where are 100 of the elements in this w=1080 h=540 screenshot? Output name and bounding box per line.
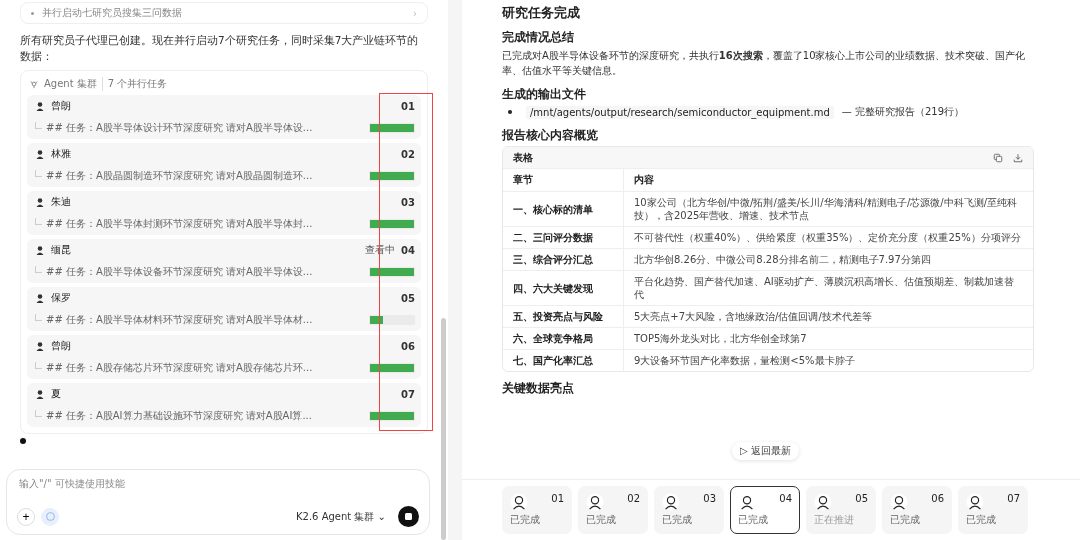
section-heading: 关键数据亮点 — [502, 381, 575, 395]
back-to-latest-button[interactable]: ▷ 返回最新 — [732, 442, 799, 460]
message-text: 所有研究员子代理已创建。现在并行启动7个研究任务，同时采集7大产业链环节的数据： — [20, 33, 420, 64]
task-text: ## 任务：A股半导体封测环节深度研究 请对A股半导体封... — [46, 217, 314, 231]
avatar-icon — [814, 493, 832, 511]
branch-line — [35, 121, 42, 129]
avatar-icon — [35, 341, 45, 351]
cluster-title: Agent 集群 — [44, 77, 97, 91]
branch-line — [35, 169, 42, 177]
agent-name: 朱迪 — [51, 195, 71, 209]
avatar-icon — [586, 493, 604, 511]
branch-line — [35, 265, 42, 273]
step-item[interactable]: 并行启动七研究员搜集三问数据 › — [20, 2, 428, 24]
bullet-icon — [508, 110, 512, 114]
section-heading: 报告核心内容概览 — [502, 128, 599, 142]
agent-number: 04 — [401, 244, 415, 256]
avatar-icon — [662, 493, 680, 511]
agent-status: 已完成 — [662, 513, 693, 527]
agent-number: 05 — [401, 292, 415, 304]
agent-number: 06 — [931, 493, 944, 506]
file-path[interactable]: /mnt/agents/output/research/semiconductor_equipment.md — [526, 105, 834, 119]
section-heading: 完成情况总结 — [502, 30, 575, 44]
agent-number: 06 — [401, 340, 415, 352]
column-header: 章节 — [503, 168, 624, 192]
agent-card[interactable]: 01 已完成 — [502, 486, 572, 534]
column-header: 内容 — [623, 168, 1033, 192]
agent-status: 已完成 — [738, 513, 769, 527]
agent-number: 02 — [401, 148, 415, 160]
agent-row[interactable]: 保罗 05 ## 任务：A股半导体材料环节深度研究 请对A股半导体材... — [27, 287, 421, 331]
task-text: ## 任务：A股半导体设备环节深度研究 请对A股半导体设... — [46, 265, 314, 279]
agent-card[interactable]: 05 正在推进 — [806, 486, 876, 534]
agent-card[interactable]: 04 已完成 — [730, 486, 800, 534]
avatar-icon — [35, 389, 45, 399]
table-cell: 9大设备环节国产化率数据，量检测<5%最卡脖子 — [623, 349, 1033, 371]
table-cell: TOP5海外龙头对比，北方华创全球第7 — [623, 327, 1033, 350]
task-text: ## 任务：A股半导体材料环节深度研究 请对A股半导体材... — [46, 313, 314, 327]
download-icon[interactable] — [1013, 152, 1023, 163]
agent-number: 01 — [401, 100, 415, 112]
agent-name: 林雅 — [51, 147, 71, 161]
cluster-icon — [29, 79, 39, 89]
agent-status: 已完成 — [586, 513, 617, 527]
agent-number: 04 — [779, 493, 792, 506]
avatar-icon — [35, 149, 45, 159]
agent-card[interactable]: 07 已完成 — [958, 486, 1028, 534]
skill-button[interactable] — [41, 507, 59, 526]
agent-row[interactable]: 曾朗 01 ## 任务：A股半导体设计环节深度研究 请对A股半导体设... — [27, 95, 421, 139]
task-text: ## 任务：A股晶圆制造环节深度研究 请对A股晶圆制造环... — [46, 169, 314, 183]
agent-number: 03 — [703, 493, 716, 506]
table-cell: 三、综合评分汇总 — [503, 248, 624, 271]
task-text: ## 任务：A股半导体设计环节深度研究 请对A股半导体设... — [46, 121, 314, 135]
typing-dot — [20, 438, 26, 444]
avatar-icon — [738, 493, 756, 511]
table-cell: 10家公司（北方华创/中微/拓荆/盛美/长川/华海清科/精测电子/芯源微/中科飞测/至纯科技），含2025年营收、增速、技术节点 — [623, 191, 1033, 227]
model-selector[interactable]: K2.6 Agent 集群 ⌄ — [290, 508, 392, 525]
branch-line — [35, 313, 42, 321]
table-cell: 五、投资亮点与风险 — [503, 305, 624, 328]
avatar-icon — [890, 493, 908, 511]
avatar-icon — [35, 101, 45, 111]
agent-row[interactable]: 曾朗 06 ## 任务：A股存储芯片环节深度研究 请对A股存储芯片环... — [27, 335, 421, 379]
agent-number: 02 — [627, 493, 640, 506]
task-text: ## 任务：A股存储芯片环节深度研究 请对A股存储芯片环... — [46, 361, 314, 375]
add-button[interactable]: + — [17, 507, 35, 526]
agent-card[interactable]: 06 已完成 — [882, 486, 952, 534]
agent-name: 曾朗 — [51, 99, 71, 113]
chevron-icon: › — [413, 7, 417, 19]
agent-number: 07 — [1007, 493, 1020, 506]
agent-row[interactable]: 林雅 02 ## 任务：A股晶圆制造环节深度研究 请对A股晶圆制造环... — [27, 143, 421, 187]
agent-name: 缅昆 — [51, 243, 71, 257]
cluster-subtitle: 7 个并行任务 — [101, 77, 168, 91]
branch-line — [35, 217, 42, 225]
agent-number: 01 — [551, 493, 564, 506]
avatar-icon — [966, 493, 984, 511]
table-cell: 一、核心标的清单 — [503, 191, 624, 227]
task-text: ## 任务：A股AI算力基础设施环节深度研究 请对A股AI算... — [46, 409, 313, 423]
table-cell: 七、国产化率汇总 — [503, 349, 624, 371]
file-note: — 完整研究报告（219行） — [841, 105, 964, 119]
avatar-icon — [510, 493, 528, 511]
table-cell: 北方华创8.26分、中微公司8.28分排名前二，精测电子7.97分第四 — [623, 248, 1033, 271]
agent-number: 05 — [855, 493, 868, 506]
agent-name: 夏 — [51, 387, 61, 401]
avatar-icon — [35, 245, 45, 255]
copy-icon[interactable] — [993, 152, 1003, 163]
agent-card[interactable]: 03 已完成 — [654, 486, 724, 534]
agent-status: 正在推进 — [814, 513, 855, 527]
avatar-icon — [35, 197, 45, 207]
table-cell: 四、六大关键发现 — [503, 270, 624, 306]
avatar-icon — [35, 293, 45, 303]
message-input[interactable]: 输入"/" 可快捷使用技能 — [17, 477, 419, 490]
table-cell: 六、全球竞争格局 — [503, 327, 624, 350]
section-heading: 生成的输出文件 — [502, 87, 587, 101]
agent-row[interactable]: 夏 07 ## 任务：A股AI算力基础设施环节深度研究 请对A股AI算... — [27, 383, 421, 427]
step-label: 并行启动七研究员搜集三问数据 — [42, 6, 183, 20]
table-cell: 不可替代性（权重40%）、供给紧度（权重35%）、定价充分度（权重25%）分项评分 — [623, 226, 1033, 249]
summary-paragraph: 已完成对A股半导体设备环节的深度研究，共执行16次搜索，覆盖了10家核心上市公司的业绩数据、技术突破、国产化率、估值水平等关键信息。 — [502, 49, 1027, 78]
agent-name: 保罗 — [51, 291, 71, 305]
agent-number: 07 — [401, 388, 415, 400]
agent-card[interactable]: 02 已完成 — [578, 486, 648, 534]
stop-button[interactable] — [398, 506, 419, 527]
agent-status: 已完成 — [966, 513, 997, 527]
agent-row[interactable]: 朱迪 03 ## 任务：A股半导体封测环节深度研究 请对A股半导体封... — [27, 191, 421, 235]
